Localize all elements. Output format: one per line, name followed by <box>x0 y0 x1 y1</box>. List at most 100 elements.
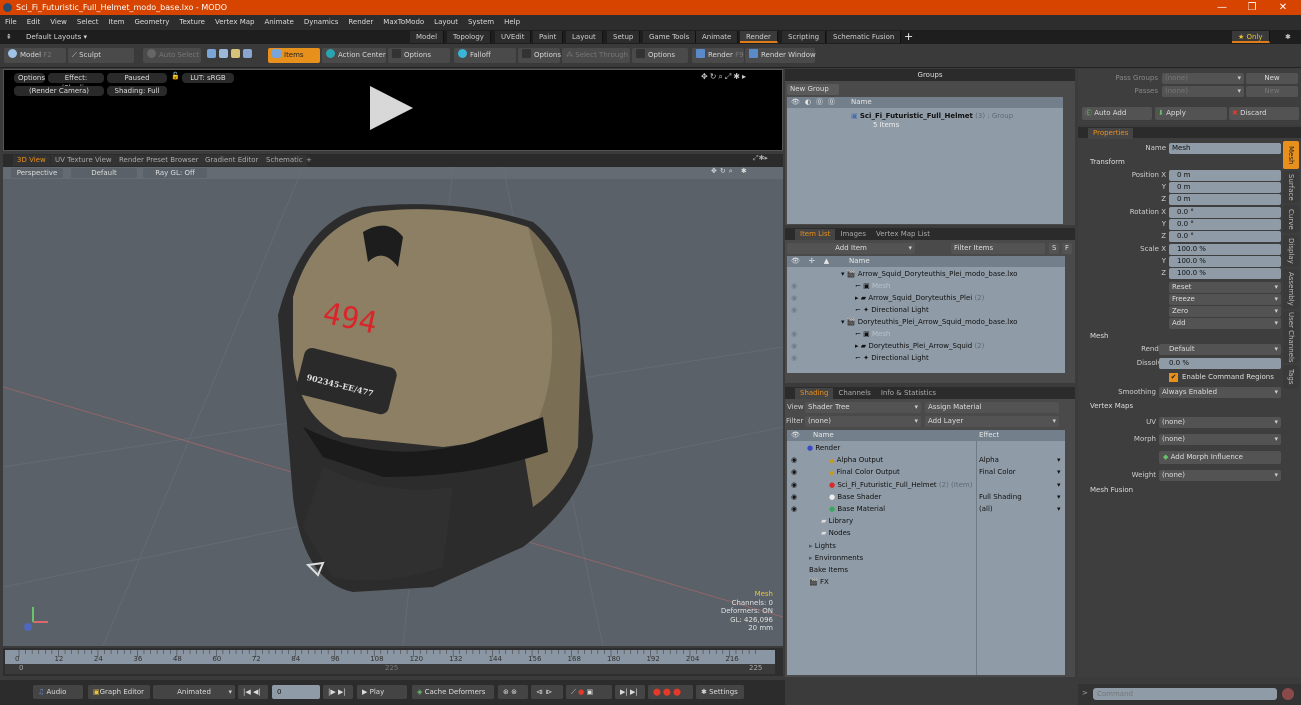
layout-tab-setup[interactable]: Setup <box>607 31 641 43</box>
chevron-down-icon[interactable]: ▾ <box>1057 479 1061 491</box>
layout-tab-uvedit[interactable]: UVEdit <box>495 31 532 43</box>
menu-render[interactable]: Render <box>343 15 378 30</box>
layout-tab-animate[interactable]: Animate <box>696 31 739 43</box>
f-button[interactable]: F <box>1062 243 1072 254</box>
close-button[interactable]: ✕ <box>1273 0 1293 15</box>
frame-input[interactable]: 0 <box>272 685 320 699</box>
add-layout-tab-button[interactable]: + <box>904 30 913 44</box>
menu-geometry[interactable]: Geometry <box>129 15 174 30</box>
menu-select[interactable]: Select <box>72 15 104 30</box>
shader-tree-row[interactable]: ▸ Environments <box>787 552 1065 564</box>
visibility-eye-icon[interactable]: ◉ <box>791 340 797 352</box>
render-preview[interactable]: Options Effect: (Shadi... Paused 🔓 LUT: … <box>3 69 783 151</box>
item-tree[interactable]: 👁✢▲ Name ▾ 🎬 Arrow_Squid_Doryteuthis_Ple… <box>787 256 1065 373</box>
auto-select-button[interactable]: Auto Select <box>143 48 201 63</box>
tab-info-statistics[interactable]: Info & Statistics <box>876 388 941 399</box>
layout-tab-game-tools[interactable]: Game Tools <box>643 31 697 43</box>
default-layouts-dropdown[interactable]: Default Layouts ▾ <box>26 30 87 44</box>
visibility-eye-icon[interactable]: ◉ <box>791 491 797 503</box>
minimize-button[interactable]: — <box>1212 0 1232 15</box>
timeline-range[interactable]: 0 225 225 <box>5 664 775 674</box>
rotation-y-input[interactable]: 0.0 ° <box>1169 219 1281 230</box>
shader-tree-row[interactable]: ▸ Lights <box>787 540 1065 552</box>
side-tab-mesh[interactable]: Mesh <box>1283 141 1299 169</box>
tab-shading[interactable]: Shading <box>795 388 834 399</box>
layout-tab-layout[interactable]: Layout <box>566 31 603 43</box>
tab-properties[interactable]: Properties <box>1088 128 1134 139</box>
scale-x-input[interactable]: 100.0 % <box>1169 244 1281 255</box>
model-mode-button[interactable]: Model F2 <box>4 48 66 63</box>
tab-gradient-editor[interactable]: Gradient Editor <box>201 155 263 166</box>
reset-dropdown[interactable]: Reset <box>1169 282 1281 293</box>
end-nav-buttons[interactable]: ▶| ▶| <box>615 685 645 699</box>
view-dropdown[interactable]: Shader Tree <box>805 402 921 413</box>
effect-dropdown[interactable]: Final Color <box>979 466 1016 478</box>
items-mode-button[interactable]: Items <box>268 48 320 63</box>
play-icon[interactable] <box>370 86 413 130</box>
shading-dropdown[interactable]: Shading: Full <box>107 86 167 96</box>
assign-material-button[interactable]: Assign Material <box>925 402 1059 413</box>
effect-dropdown[interactable]: Alpha <box>979 454 999 466</box>
pin-icon[interactable]: ⇞ <box>6 30 12 44</box>
key-tools-buttons[interactable]: ⬤ ⬤ ⬤ <box>648 685 693 699</box>
side-tab-surface[interactable]: Surface <box>1283 171 1299 203</box>
shader-tree-row[interactable]: Bake Items <box>787 564 1065 576</box>
render-window-button[interactable]: Render Window <box>745 48 816 63</box>
mesh-section[interactable]: Mesh <box>1082 331 1282 342</box>
item-list-row[interactable]: ◉ ⌐ ✦ Directional Light <box>787 304 1065 316</box>
filter-items-input[interactable]: Filter Items <box>951 243 1045 254</box>
side-tab-curve[interactable]: Curve <box>1283 205 1299 233</box>
tab-uv-texture-view[interactable]: UV Texture View <box>51 155 116 166</box>
new-group-button[interactable]: New Group <box>787 84 839 95</box>
auto-add-button[interactable]: Ⓔ Auto Add <box>1082 107 1152 120</box>
render-dropdown[interactable]: Default <box>1159 344 1281 355</box>
layout-tab-model[interactable]: Model <box>410 31 445 43</box>
morph-dropdown[interactable]: (none) <box>1159 434 1281 445</box>
visibility-eye-icon[interactable]: ◉ <box>791 292 797 304</box>
freeze-dropdown[interactable]: Freeze <box>1169 294 1281 305</box>
dissolve-input[interactable]: 0.0 % <box>1159 358 1281 369</box>
graph-editor-button[interactable]: ▣Graph Editor <box>88 685 150 699</box>
shader-tree-row[interactable]: ◉ ▲ Alpha Output Alpha ▾ <box>787 454 1065 466</box>
animated-dropdown[interactable]: Animated <box>153 685 235 699</box>
shader-tree-row[interactable]: ◉ ● Base Shader Full Shading ▾ <box>787 491 1065 503</box>
timeline[interactable]: 0 12 24 36 48 60 72 84 96 108 120 132 144 156 168 180 19… <box>3 648 783 676</box>
menu-texture[interactable]: Texture <box>174 15 210 30</box>
layout-tab-render[interactable]: Render <box>740 31 778 43</box>
menu-item[interactable]: Item <box>104 15 130 30</box>
weight-dropdown[interactable]: (none) <box>1159 470 1281 481</box>
enable-command-regions-checkbox[interactable]: ✔ <box>1169 373 1178 382</box>
side-tab-assembly[interactable]: Assembly <box>1283 269 1299 309</box>
paused-toggle[interactable]: Paused <box>107 73 167 83</box>
keyframe-filter-buttons[interactable]: ⊛ ⊛ <box>498 685 528 699</box>
add-dropdown[interactable]: Add <box>1169 318 1281 329</box>
visibility-eye-icon[interactable]: ◉ <box>791 304 797 316</box>
render-button[interactable]: Render F9 <box>692 48 744 63</box>
view-panel-icons[interactable]: ⤢✱▸ <box>753 154 768 163</box>
side-tab-display[interactable]: Display <box>1283 235 1299 267</box>
tab-vertex-map-list[interactable]: Vertex Map List <box>871 229 935 240</box>
tab-item-list[interactable]: Item List <box>795 229 836 240</box>
position-x-input[interactable]: 0 m <box>1169 170 1281 181</box>
uv-dropdown[interactable]: (none) <box>1159 417 1281 428</box>
position-y-input[interactable]: 0 m <box>1169 182 1281 193</box>
select-through-button[interactable]: ⁂ Select Through <box>562 48 630 63</box>
tab-channels[interactable]: Channels <box>833 388 875 399</box>
visibility-eye-icon[interactable]: ◉ <box>791 466 797 478</box>
transform-section[interactable]: Transform <box>1082 157 1282 168</box>
gear-icon[interactable]: ✱ <box>1285 30 1291 44</box>
name-input[interactable]: Mesh <box>1169 143 1281 154</box>
menu-maxtomodo[interactable]: MaxToModo <box>378 15 429 30</box>
menu-file[interactable]: File <box>0 15 22 30</box>
add-morph-influence-button[interactable]: ◆ Add Morph Influence <box>1159 451 1281 464</box>
command-input[interactable] <box>1093 688 1277 700</box>
passes-dropdown[interactable]: (none) <box>1162 86 1244 97</box>
menu-vertex-map[interactable]: Vertex Map <box>210 15 260 30</box>
menu-help[interactable]: Help <box>499 15 525 30</box>
effect-dropdown[interactable]: Full Shading <box>979 491 1022 503</box>
menu-system[interactable]: System <box>463 15 499 30</box>
rotation-z-input[interactable]: 0.0 ° <box>1169 231 1281 242</box>
mesh-fusion-section[interactable]: Mesh Fusion <box>1082 485 1282 496</box>
item-list-row[interactable]: ◉ ▸ ▰ Doryteuthis_Plei_Arrow_Squid (2) <box>787 340 1065 352</box>
selection-mode-buttons[interactable] <box>203 48 267 63</box>
